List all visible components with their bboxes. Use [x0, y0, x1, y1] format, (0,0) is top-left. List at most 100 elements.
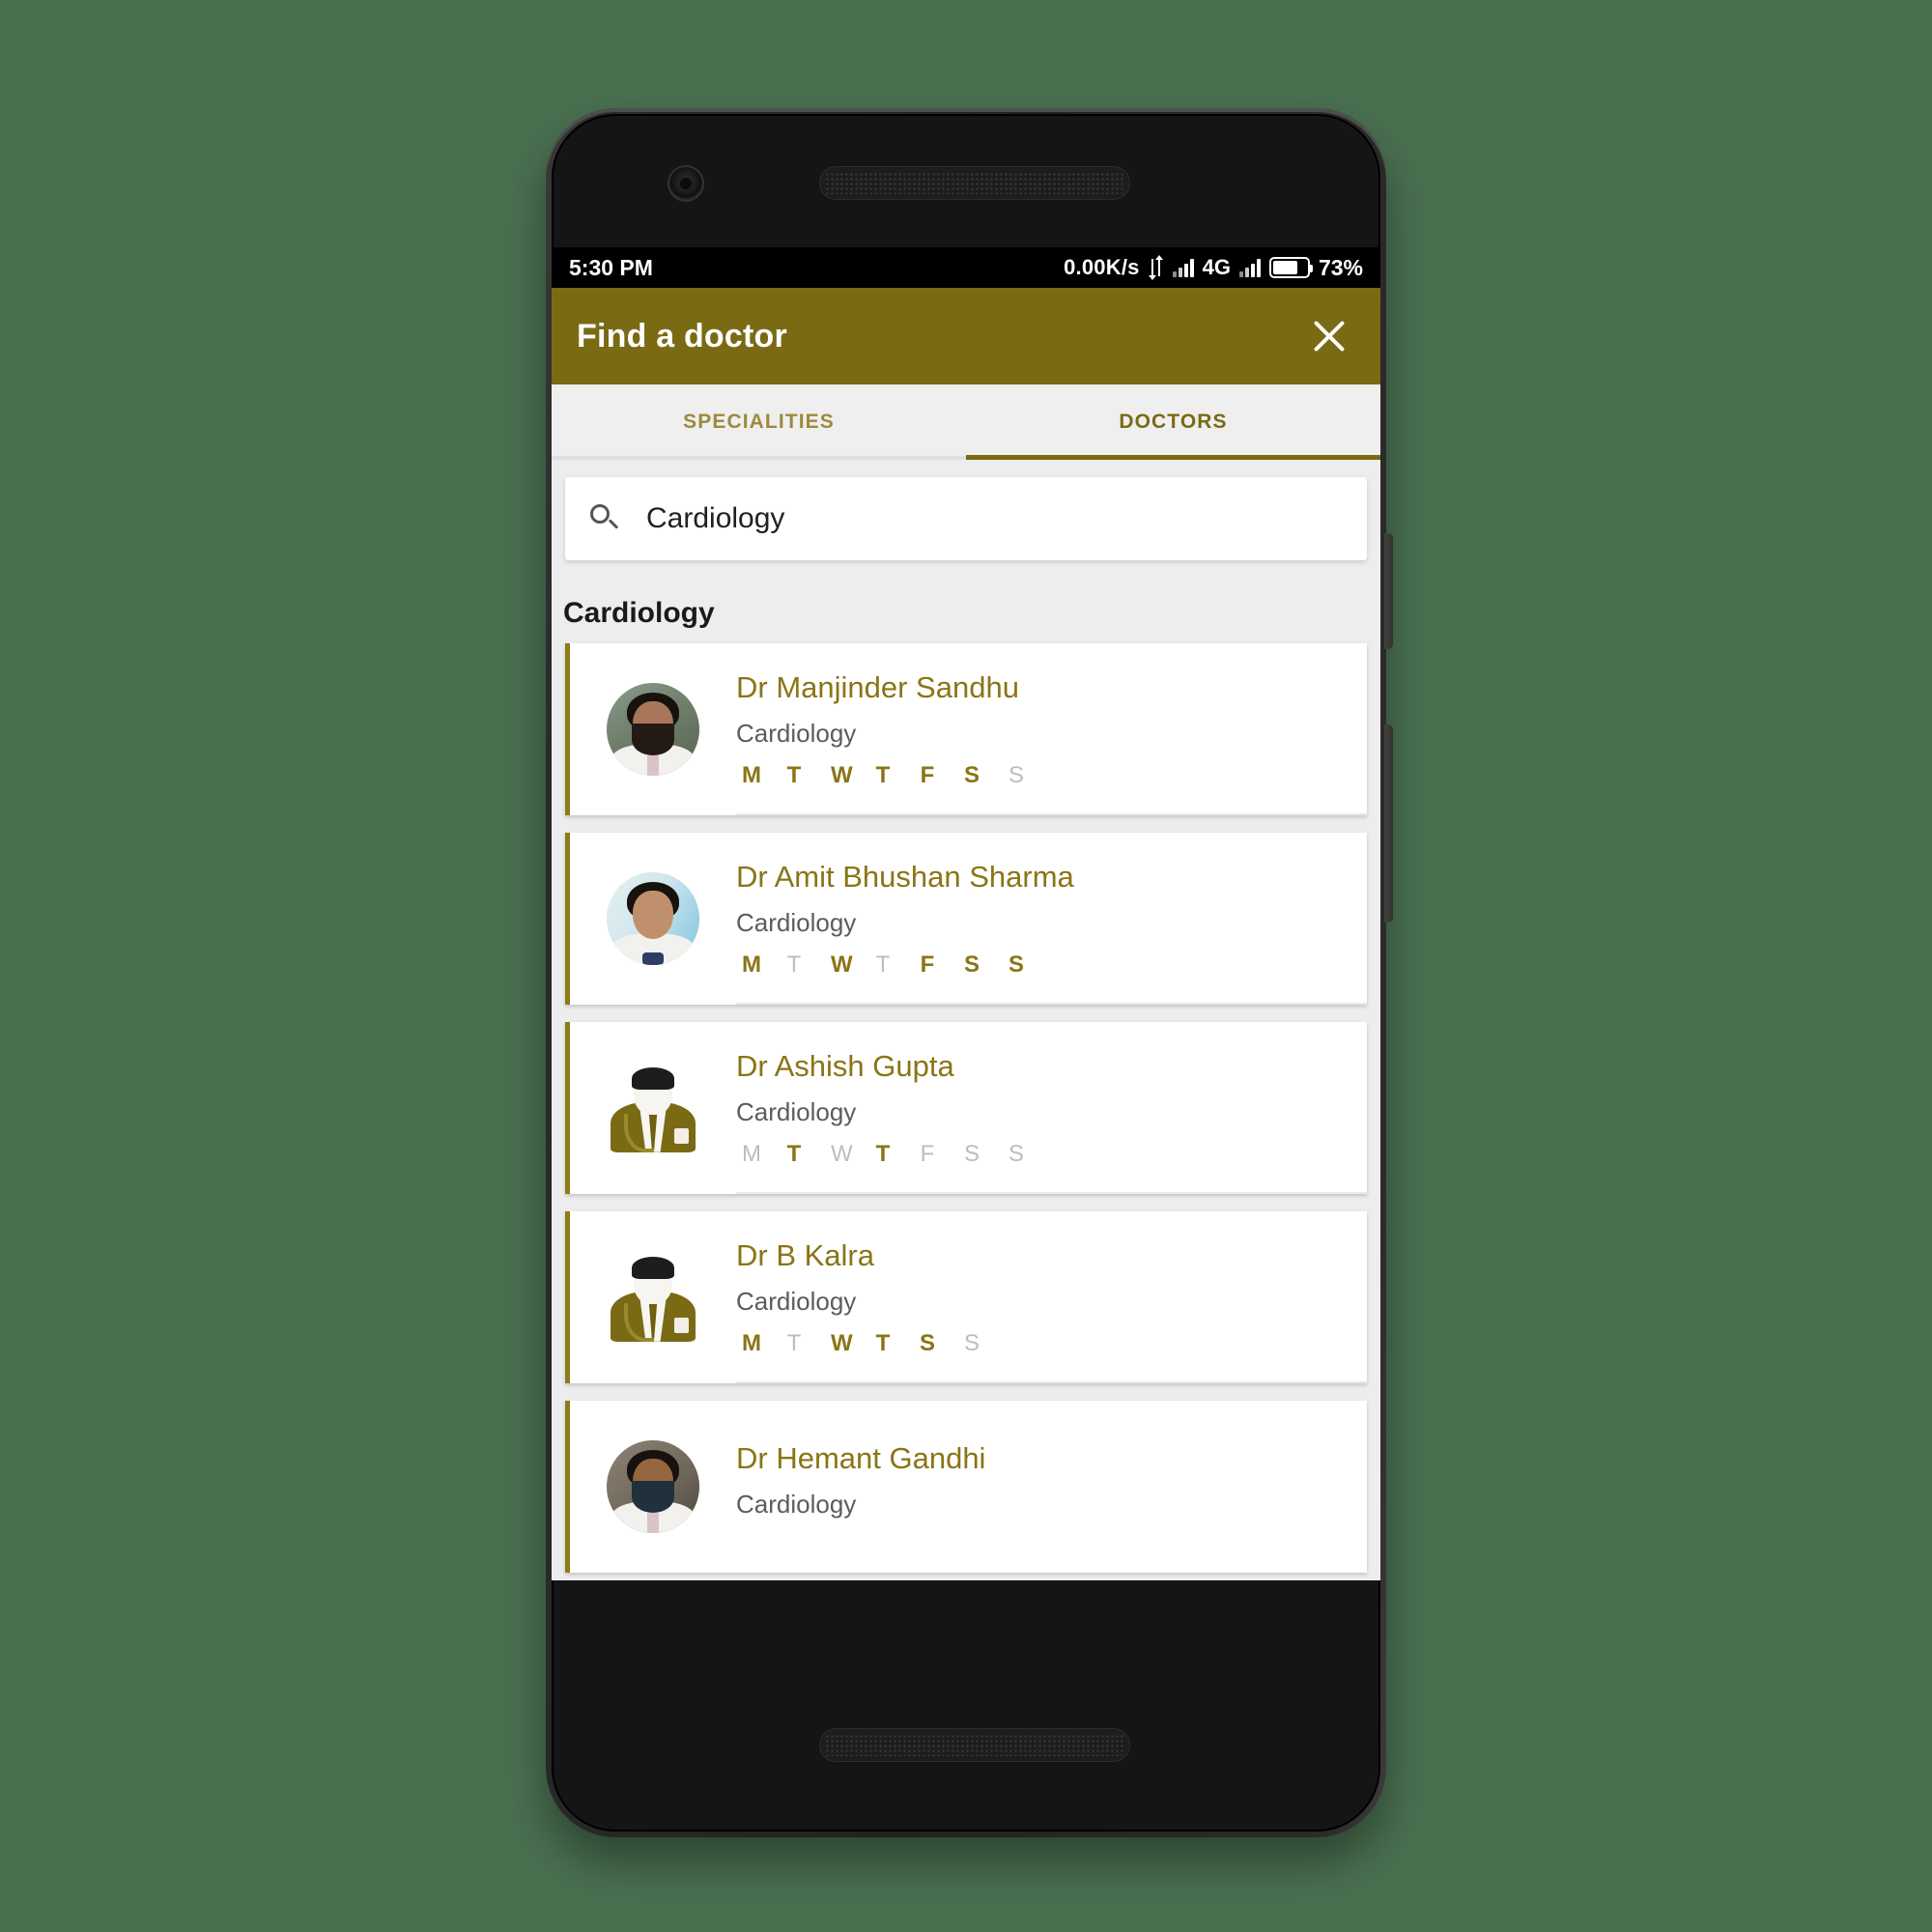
tab-specialities-label: SPECIALITIES	[683, 411, 835, 433]
day-chip[interactable]: S	[1009, 1141, 1024, 1168]
doctor-details: Dr Amit Bhushan Sharma Cardiology M T W …	[736, 860, 1367, 979]
day-chip[interactable]: S	[1009, 952, 1024, 979]
doctor-placeholder-icon	[603, 1058, 703, 1158]
bottom-speaker	[820, 1729, 1129, 1761]
doctor-photo-icon	[607, 872, 699, 965]
doctor-details: Dr B Kalra Cardiology M T W T S S	[736, 1238, 1367, 1357]
day-chip[interactable]: F	[920, 1141, 935, 1168]
doctor-name: Dr B Kalra	[736, 1237, 874, 1272]
doctor-card[interactable]: Dr Manjinder Sandhu Cardiology M T W T F…	[565, 643, 1367, 815]
tab-doctors[interactable]: DOCTORS	[966, 384, 1380, 460]
doctor-details: Dr Manjinder Sandhu Cardiology M T W T F…	[736, 670, 1367, 789]
battery-icon	[1268, 257, 1313, 278]
day-chip[interactable]: S	[1009, 762, 1024, 789]
doctor-speciality: Cardiology	[736, 1286, 857, 1316]
avatar	[603, 1247, 703, 1348]
doctor-name: Dr Amit Bhushan Sharma	[736, 859, 1074, 894]
doctor-details: Dr Hemant Gandhi Cardiology	[736, 1441, 1367, 1533]
avatar-column	[570, 1247, 736, 1348]
doctor-name: Dr Manjinder Sandhu	[736, 669, 1019, 704]
tab-bar: SPECIALITIES DOCTORS	[552, 384, 1380, 460]
day-chip[interactable]: S	[920, 1330, 935, 1357]
avatar-column	[570, 872, 736, 965]
day-chip[interactable]: T	[786, 762, 802, 789]
doctor-photo-icon	[607, 1440, 699, 1533]
doctor-speciality: Cardiology	[736, 907, 857, 937]
day-chip[interactable]: T	[875, 952, 891, 979]
doctor-speciality: Cardiology	[736, 718, 857, 748]
availability-days: M T W T S S	[736, 1330, 1348, 1357]
doctor-list: Dr Manjinder Sandhu Cardiology M T W T F…	[552, 643, 1380, 1573]
avatar-column	[570, 683, 736, 776]
day-chip[interactable]: S	[964, 762, 980, 789]
avatar	[603, 1058, 703, 1158]
tab-specialities[interactable]: SPECIALITIES	[552, 384, 966, 460]
status-bar: 5:30 PM 0.00K/s 4G 73%	[552, 247, 1380, 288]
card-divider	[736, 1381, 1367, 1383]
network-speed-label: 0.00K/s	[1064, 255, 1140, 279]
doctor-card[interactable]: Dr Hemant Gandhi Cardiology	[565, 1401, 1367, 1573]
day-chip[interactable]: F	[920, 762, 935, 789]
day-chip[interactable]: T	[875, 1330, 891, 1357]
doctor-card[interactable]: Dr Ashish Gupta Cardiology M T W T F S S	[565, 1022, 1367, 1194]
device-screen: 5:30 PM 0.00K/s 4G 73% Find a doctor SPE…	[552, 247, 1380, 1580]
phone-frame: 5:30 PM 0.00K/s 4G 73% Find a doctor SPE…	[546, 108, 1393, 1837]
day-chip[interactable]: W	[831, 762, 853, 789]
day-chip[interactable]: W	[831, 1330, 853, 1357]
doctor-speciality: Cardiology	[736, 1096, 857, 1126]
avatar-column	[570, 1058, 736, 1158]
day-chip[interactable]: T	[786, 1141, 802, 1168]
availability-days: M T W T F S S	[736, 762, 1348, 789]
search-input-value: Cardiology	[646, 502, 785, 534]
doctor-card[interactable]: Dr Amit Bhushan Sharma Cardiology M T W …	[565, 833, 1367, 1005]
search-section: Cardiology	[552, 460, 1380, 560]
card-divider	[736, 1192, 1367, 1194]
day-chip[interactable]: W	[831, 952, 853, 979]
doctor-photo-icon	[607, 683, 699, 776]
doctor-details: Dr Ashish Gupta Cardiology M T W T F S S	[736, 1049, 1367, 1168]
status-bar-right-group: 0.00K/s 4G 73%	[1064, 255, 1363, 281]
search-input[interactable]: Cardiology	[565, 477, 1367, 560]
tab-doctors-label: DOCTORS	[1119, 411, 1228, 433]
page-title: Find a doctor	[577, 317, 787, 355]
day-chip[interactable]: S	[964, 952, 980, 979]
front-camera-icon	[669, 167, 702, 200]
battery-percent-label: 73%	[1318, 254, 1363, 280]
day-chip[interactable]: T	[786, 1330, 802, 1357]
phone-bezel: 5:30 PM 0.00K/s 4G 73% Find a doctor SPE…	[552, 114, 1380, 1832]
availability-days: M T W T F S S	[736, 952, 1348, 979]
doctor-card[interactable]: Dr B Kalra Cardiology M T W T S S	[565, 1211, 1367, 1383]
day-chip[interactable]: W	[831, 1141, 853, 1168]
avatar-column	[570, 1440, 736, 1533]
day-chip[interactable]: S	[964, 1330, 980, 1357]
day-chip[interactable]: T	[786, 952, 802, 979]
search-icon	[590, 504, 619, 533]
data-transfer-arrows-icon	[1148, 255, 1164, 280]
avatar	[607, 1440, 699, 1533]
day-chip[interactable]: M	[742, 1141, 761, 1168]
app-bar: Find a doctor	[552, 288, 1380, 384]
card-divider	[736, 813, 1367, 815]
day-chip[interactable]: M	[742, 762, 761, 789]
day-chip[interactable]: T	[875, 762, 891, 789]
day-chip[interactable]: M	[742, 1330, 761, 1357]
day-chip[interactable]: F	[920, 952, 935, 979]
doctor-name: Dr Hemant Gandhi	[736, 1440, 986, 1475]
network-type-label: 4G	[1202, 255, 1231, 279]
content-area: Cardiology Cardiology Dr Manjinder Sandh…	[552, 460, 1380, 1580]
avatar	[607, 872, 699, 965]
avatar	[607, 683, 699, 776]
doctor-speciality: Cardiology	[736, 1489, 857, 1519]
day-chip[interactable]: S	[964, 1141, 980, 1168]
day-chip[interactable]: M	[742, 952, 761, 979]
status-bar-clock: 5:30 PM	[569, 254, 653, 280]
day-chip[interactable]: T	[875, 1141, 891, 1168]
volume-button[interactable]	[1384, 533, 1393, 649]
screenshot-stage: 5:30 PM 0.00K/s 4G 73% Find a doctor SPE…	[0, 0, 1932, 1932]
doctor-placeholder-icon	[603, 1247, 703, 1348]
signal-bars-icon-1	[1172, 258, 1194, 277]
close-icon[interactable]	[1303, 310, 1355, 362]
power-button[interactable]	[1384, 724, 1393, 923]
card-divider	[736, 1003, 1367, 1005]
section-header: Cardiology	[563, 597, 715, 629]
